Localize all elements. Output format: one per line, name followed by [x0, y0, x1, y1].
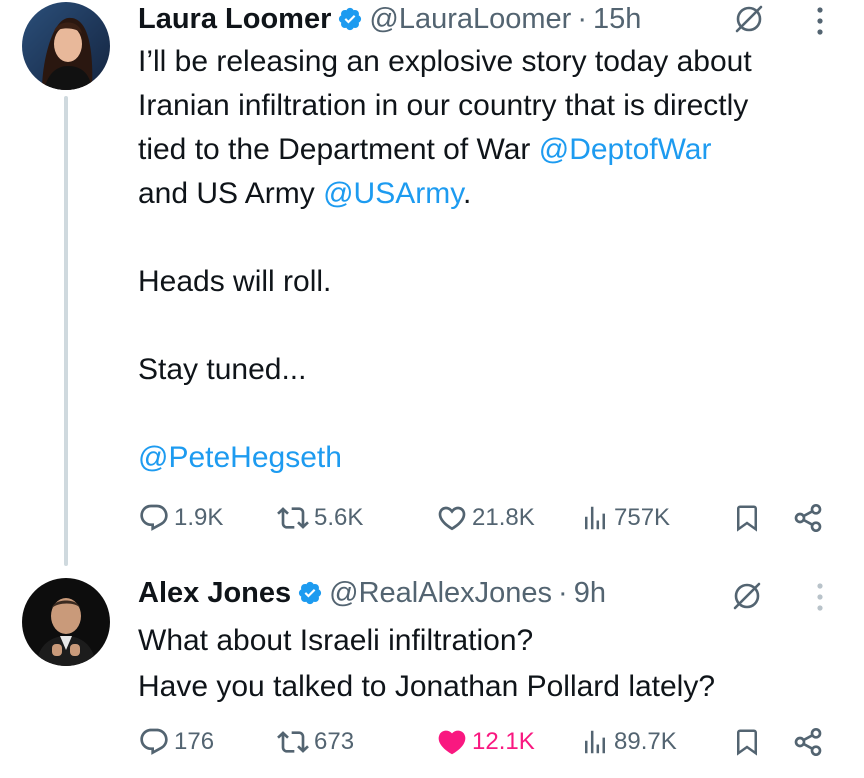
- tweet-header: Alex Jones @RealAlexJones · 9h: [138, 576, 606, 610]
- like-button[interactable]: 12.1K: [436, 722, 535, 762]
- views-icon: [585, 730, 605, 754]
- views-button[interactable]: 89.7K: [580, 722, 677, 762]
- reply-button[interactable]: 176: [138, 722, 214, 762]
- bookmark-icon: [737, 505, 757, 532]
- views-icon: [585, 506, 605, 530]
- views-count: 757K: [614, 504, 671, 531]
- bookmark-icon: [737, 729, 757, 756]
- action-bar: 176 673 12.1K 89.7K: [138, 722, 838, 762]
- timestamp[interactable]: 9h: [574, 577, 606, 610]
- reply-icon: [140, 504, 168, 531]
- heart-icon: [438, 730, 466, 755]
- separator-dot: ·: [577, 2, 587, 35]
- avatar[interactable]: [22, 2, 110, 90]
- avatar[interactable]: [22, 578, 110, 666]
- share-button[interactable]: [792, 722, 824, 762]
- share-icon: [794, 728, 822, 756]
- grok-icon[interactable]: [730, 579, 764, 613]
- timestamp[interactable]: 15h: [593, 3, 641, 36]
- like-count: 12.1K: [472, 728, 535, 755]
- more-icon[interactable]: [813, 580, 827, 614]
- views-button[interactable]: 757K: [580, 498, 670, 538]
- author-handle[interactable]: @LauraLoomer: [369, 3, 571, 36]
- repost-icon: [277, 731, 309, 753]
- like-count: 21.8K: [472, 504, 535, 531]
- tweet-text-segment: and US Army: [138, 177, 315, 210]
- reply-icon: [140, 728, 168, 755]
- verified-badge-icon: [299, 581, 322, 605]
- bookmark-button[interactable]: [732, 722, 762, 762]
- tweet-text: I’ll be releasing an explosive story tod…: [138, 40, 848, 480]
- repost-count: 5.6K: [314, 504, 364, 531]
- repost-button[interactable]: 5.6K: [276, 498, 363, 538]
- tweet-text: What about Israeli infiltration? Have yo…: [138, 624, 716, 703]
- thread-line: [64, 96, 68, 566]
- author-name[interactable]: Laura Loomer: [138, 3, 331, 36]
- reply-count: 176: [174, 728, 215, 755]
- share-icon: [794, 504, 822, 532]
- tweet-header: Laura Loomer @LauraLoomer · 15h: [138, 2, 641, 36]
- views-count: 89.7K: [614, 728, 677, 755]
- mention-link[interactable]: @USArmy: [323, 177, 463, 210]
- more-icon[interactable]: [813, 4, 827, 38]
- reply-count: 1.9K: [174, 504, 224, 531]
- tweet-laura-loomer[interactable]: Laura Loomer @LauraLoomer · 15h I’ll be …: [0, 0, 864, 566]
- bookmark-button[interactable]: [732, 498, 762, 538]
- author-name[interactable]: Alex Jones: [138, 577, 291, 610]
- grok-icon[interactable]: [732, 2, 766, 36]
- repost-count: 673: [314, 728, 355, 755]
- action-bar: 1.9K 5.6K 21.8K 757K: [138, 498, 838, 538]
- mention-link[interactable]: @PeteHegseth: [138, 441, 342, 474]
- like-button[interactable]: 21.8K: [436, 498, 535, 538]
- tweet-alex-jones[interactable]: Alex Jones @RealAlexJones · 9h What abou…: [0, 560, 864, 778]
- mention-link[interactable]: @DeptofWar: [539, 133, 712, 166]
- repost-icon: [277, 507, 309, 529]
- repost-button[interactable]: 673: [276, 722, 354, 762]
- separator-dot: ·: [558, 576, 568, 609]
- verified-badge-icon: [339, 7, 362, 31]
- author-handle[interactable]: @RealAlexJones: [329, 577, 552, 610]
- heart-icon: [438, 506, 466, 531]
- share-button[interactable]: [792, 498, 824, 538]
- reply-button[interactable]: 1.9K: [138, 498, 223, 538]
